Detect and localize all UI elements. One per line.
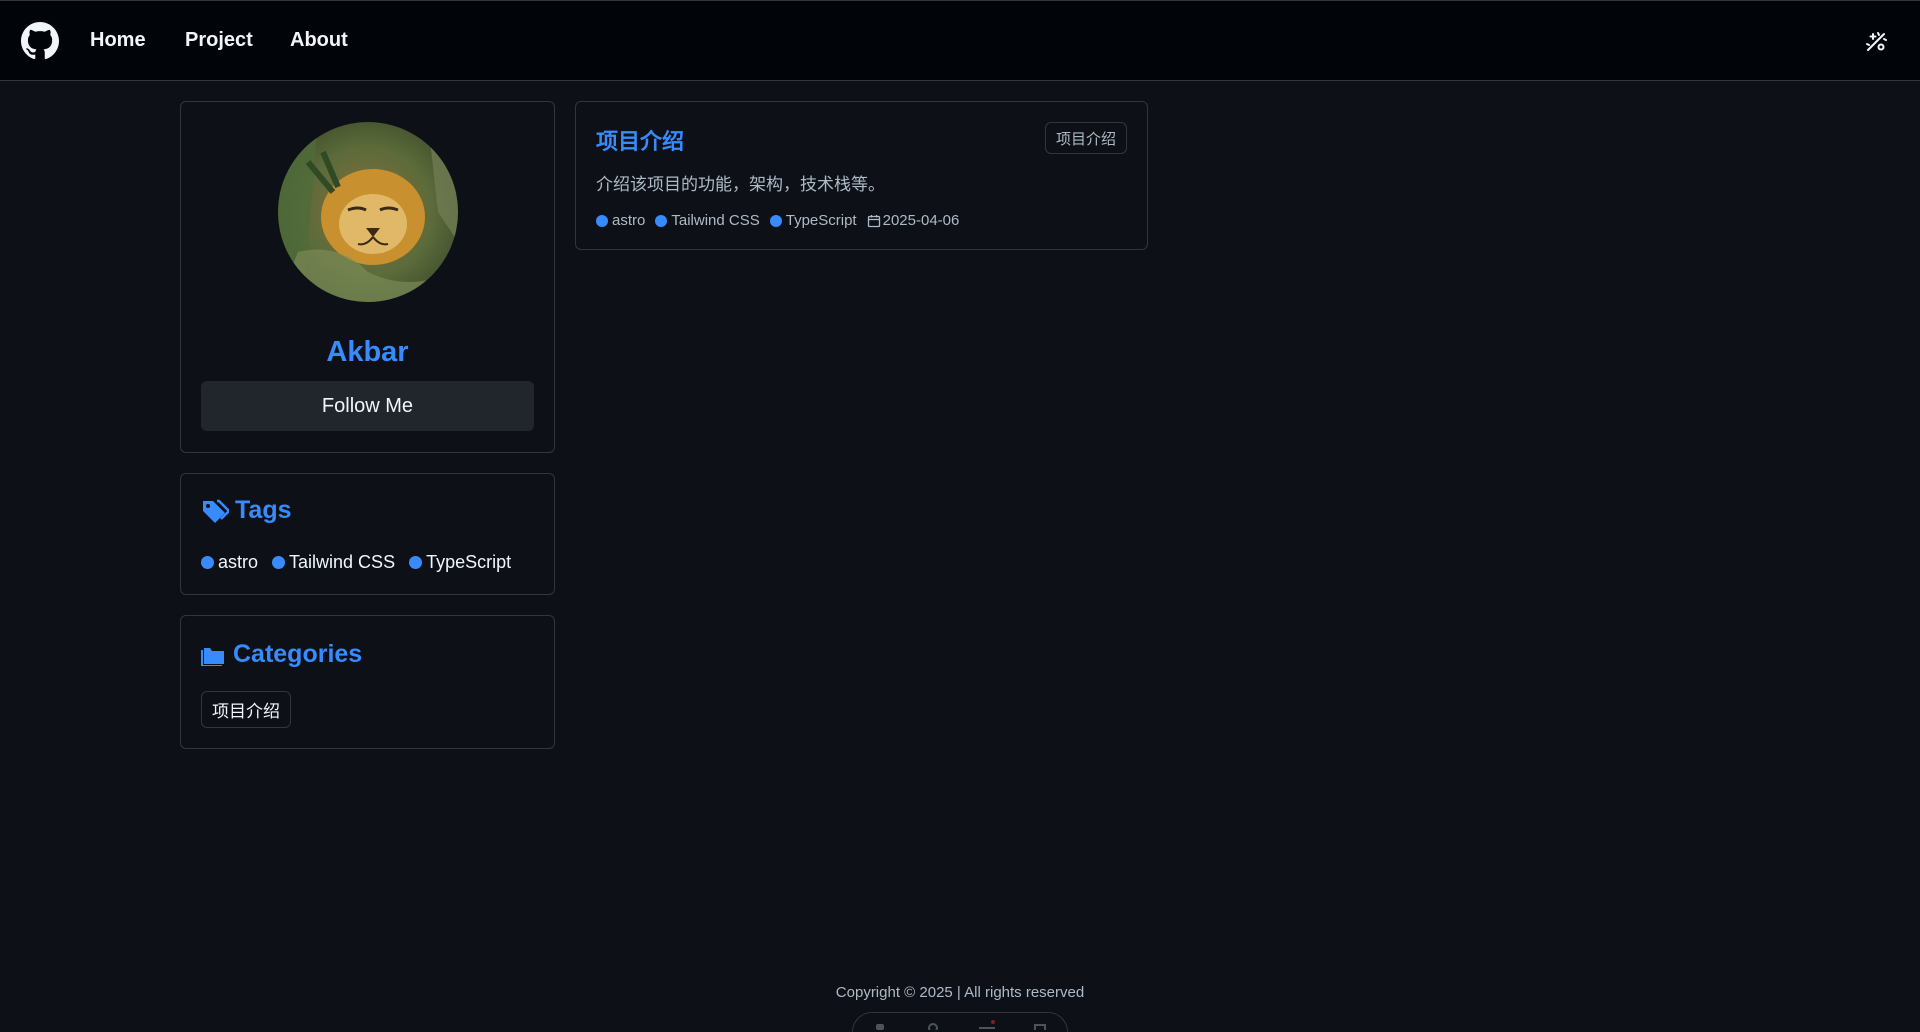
bottom-dock	[852, 1012, 1068, 1032]
post-tag-tailwind-css[interactable]: Tailwind CSS	[655, 212, 760, 229]
theme-toggle-icon[interactable]	[1864, 30, 1888, 54]
nav-link-home[interactable]: Home	[90, 29, 146, 52]
profile-name: Akbar	[326, 336, 409, 368]
avatar	[278, 122, 458, 302]
category-chip[interactable]: 项目介绍	[201, 691, 291, 728]
post-tag-astro[interactable]: astro	[596, 212, 645, 229]
follow-me-button[interactable]: Follow Me	[201, 381, 534, 431]
tag-dot	[409, 556, 423, 569]
post-date-text: 2025-04-06	[882, 212, 960, 229]
dock-menu-icon[interactable]	[978, 1020, 995, 1030]
tag-label: TypeScript	[785, 212, 857, 229]
nav-link-about[interactable]: About	[290, 29, 348, 52]
tag-label: TypeScript	[426, 552, 512, 572]
post-title[interactable]: 项目介绍	[596, 124, 684, 156]
nav-link-project[interactable]: Project	[185, 29, 253, 52]
categories-heading: Categories	[201, 640, 362, 669]
tags-list: astro Tailwind CSS TypeScript	[201, 552, 525, 573]
github-icon[interactable]	[21, 22, 59, 60]
tag-dot	[655, 214, 668, 227]
tag-dot	[769, 214, 782, 227]
profile-card: Akbar Follow Me	[180, 101, 555, 453]
tag-astro[interactable]: astro	[201, 552, 258, 573]
tag-tailwind-css[interactable]: Tailwind CSS	[272, 552, 395, 573]
tag-label: Tailwind CSS	[671, 212, 760, 229]
dock-app-icon[interactable]	[872, 1020, 888, 1030]
dock-settings-icon[interactable]	[925, 1020, 941, 1030]
tag-dot	[201, 556, 214, 569]
tag-label: astro	[218, 552, 259, 572]
folder-icon	[201, 647, 224, 666]
tag-dot	[272, 556, 286, 569]
post-date: 2025-04-06	[867, 212, 960, 229]
post-category-badge[interactable]: 项目介绍	[1044, 122, 1127, 154]
tag-dot	[596, 214, 608, 227]
tag-typescript[interactable]: TypeScript	[409, 552, 511, 573]
tags-title: Tags	[235, 496, 292, 524]
tag-label: astro	[612, 212, 646, 229]
tags-heading: Tags	[201, 496, 292, 525]
tags-icon	[203, 499, 229, 523]
post-card[interactable]: 项目介绍 项目介绍 介绍该项目的功能，架构，技术栈等。 astro Tailwi…	[575, 101, 1148, 250]
footer-copyright: Copyright © 2025 | All rights reserved	[835, 984, 1085, 1001]
categories-title: Categories	[233, 640, 363, 668]
dock-extension-icon[interactable]	[1032, 1020, 1048, 1030]
post-meta: astro Tailwind CSS TypeScript 2025-04-06	[596, 212, 959, 229]
top-navbar: Home Project About	[0, 0, 1920, 81]
post-description: 介绍该项目的功能，架构，技术栈等。	[596, 175, 885, 194]
tag-label: Tailwind CSS	[289, 552, 396, 572]
calendar-icon	[867, 214, 880, 227]
tags-card: Tags astro Tailwind CSS TypeScript	[180, 473, 555, 595]
categories-card: Categories 项目介绍	[180, 615, 555, 749]
post-tag-typescript[interactable]: TypeScript	[769, 212, 857, 229]
